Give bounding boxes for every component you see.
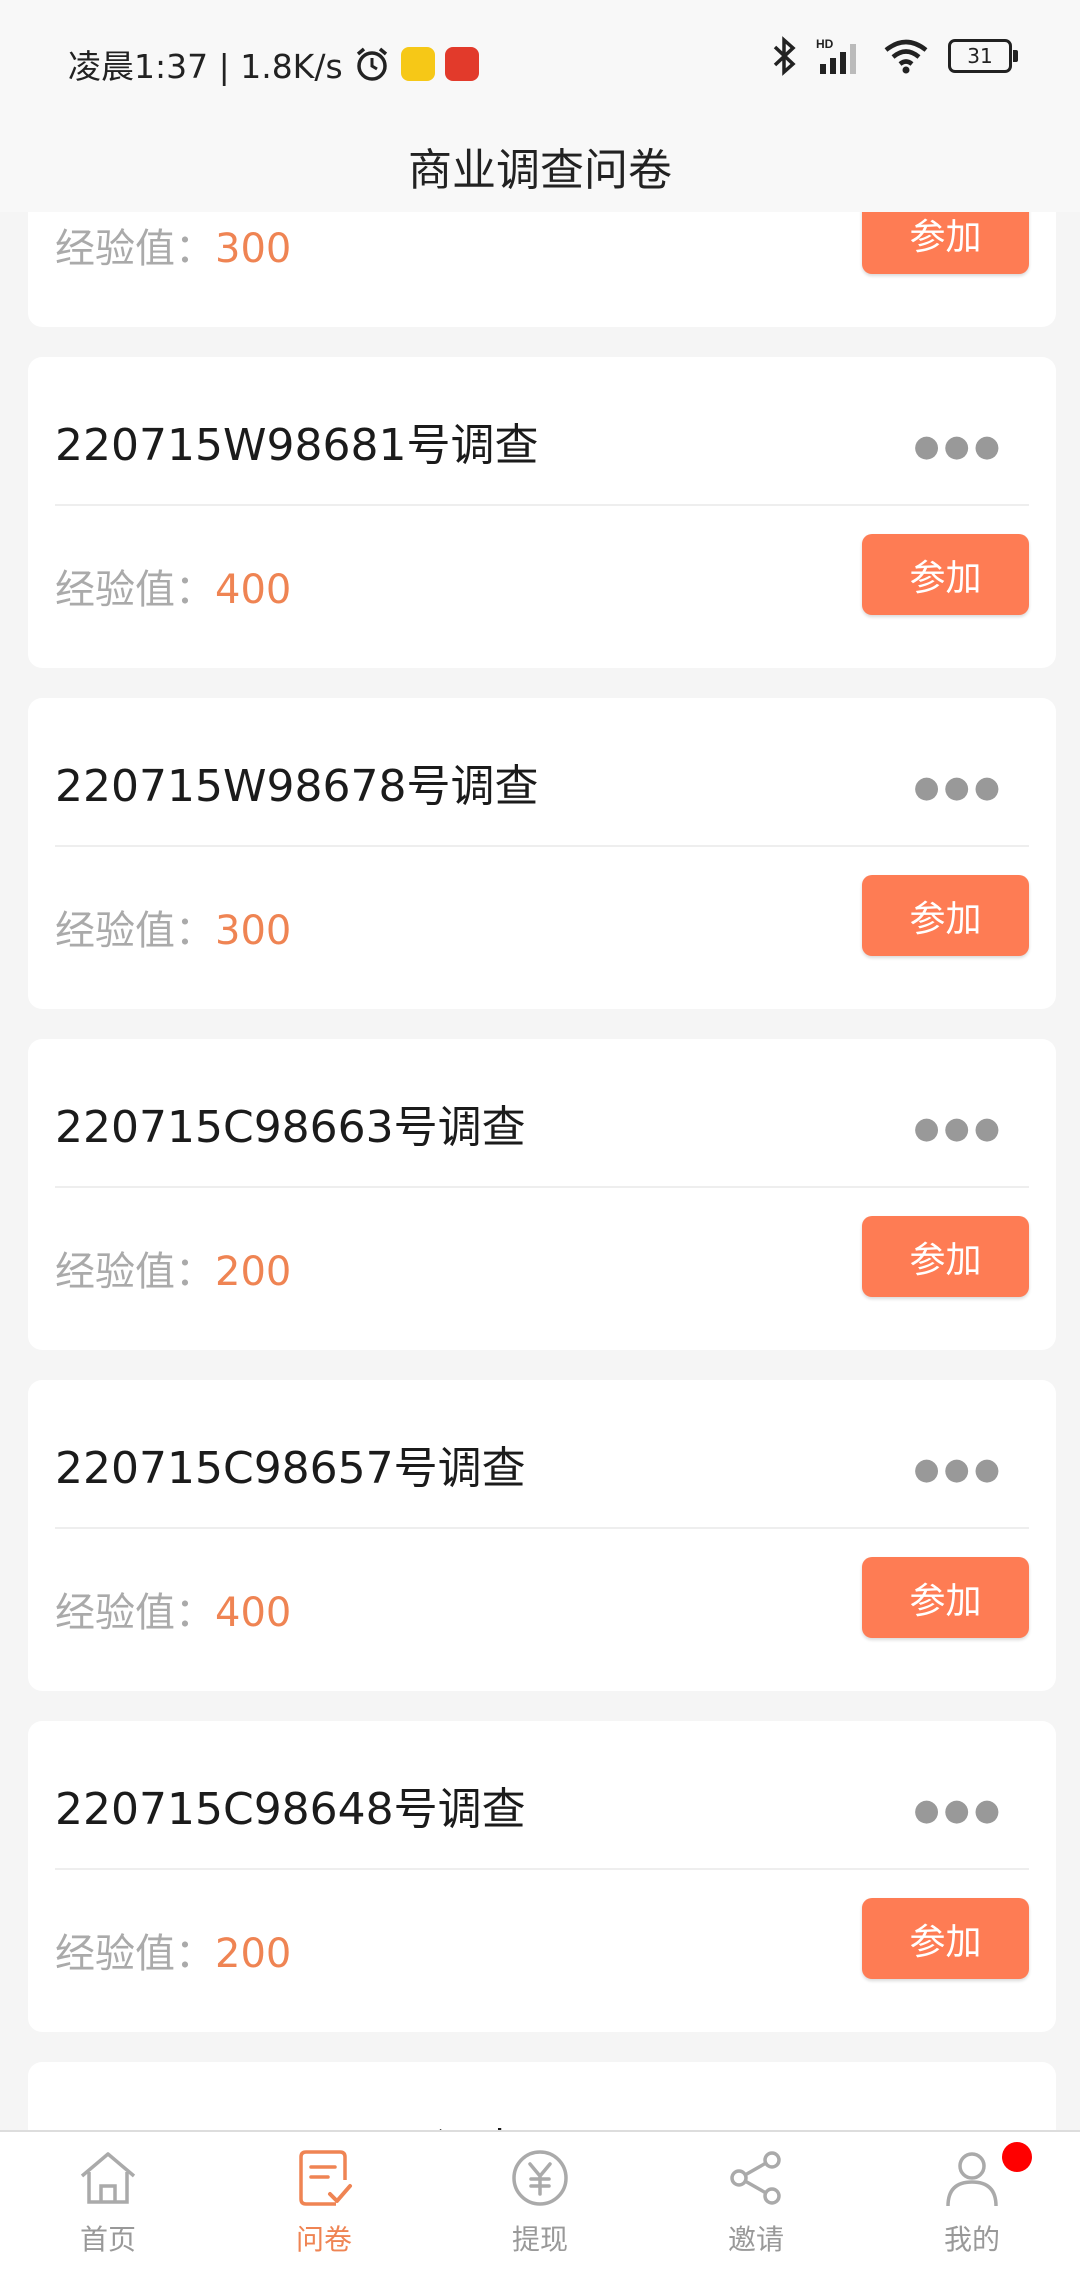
survey-card: 220715C98663号调查 ●●● 经验值：200 参加 <box>28 1039 1056 1350</box>
notification-badge <box>1002 2142 1032 2172</box>
survey-card: 220715Y98642号调查 <box>28 2062 1056 2130</box>
exp-label: 经验值： <box>55 567 215 613</box>
tab-label: 问卷 <box>295 2223 352 2256</box>
tab-label: 我的 <box>943 2223 1000 2256</box>
survey-title: 220715C98648号调查 <box>55 1784 526 1835</box>
more-icon[interactable]: ●●● <box>913 1111 1004 1146</box>
divider <box>55 1868 1029 1870</box>
svg-text:HD: HD <box>816 37 834 51</box>
exp-label: 经验值： <box>55 1590 215 1636</box>
battery-icon: 31 <box>948 39 1018 73</box>
alarm-icon <box>356 47 387 81</box>
tab-withdraw[interactable]: 提现 <box>432 2132 648 2273</box>
exp-row: 经验值：300 <box>55 898 291 956</box>
home-icon <box>80 2152 136 2204</box>
page-title: 商业调查问卷 <box>408 145 672 196</box>
survey-card: 220715W98678号调查 ●●● 经验值：300 参加 <box>28 698 1056 1009</box>
exp-value: 200 <box>215 1249 292 1295</box>
more-icon[interactable]: ●●● <box>913 1452 1004 1487</box>
survey-title: 220715W98681号调查 <box>55 420 539 471</box>
yuan-icon <box>512 2150 568 2206</box>
exp-row: 经验值：400 <box>55 557 291 615</box>
status-bar: 凌晨1:37 | 1.8K/s HD 31 <box>0 0 1080 120</box>
join-button[interactable]: 参加 <box>862 1216 1029 1297</box>
status-time-speed: 凌晨1:37 | 1.8K/s <box>68 47 343 86</box>
survey-card: 220715C98648号调查 ●●● 经验值：200 参加 <box>28 1721 1056 2032</box>
tab-home[interactable]: 首页 <box>0 2132 216 2273</box>
tab-invite[interactable]: 邀请 <box>648 2132 864 2273</box>
app-notification-icon-2 <box>444 47 479 81</box>
tab-label: 邀请 <box>727 2223 784 2256</box>
bluetooth-icon <box>773 36 796 76</box>
more-icon[interactable]: ●●● <box>913 770 1004 805</box>
survey-title: 220715C98663号调查 <box>55 1102 526 1153</box>
survey-title: 220715C98657号调查 <box>55 1443 526 1494</box>
survey-list[interactable]: 经验值：300 参加 220715W98681号调查 ●●● 经验值：400 参… <box>28 0 1056 2130</box>
exp-label: 经验值： <box>55 1249 215 1295</box>
tab-mine[interactable]: 我的 <box>864 2132 1080 2273</box>
status-left: 凌晨1:37 | 1.8K/s <box>68 40 479 88</box>
status-right: HD 31 <box>772 36 1018 76</box>
tab-survey[interactable]: 问卷 <box>216 2132 432 2273</box>
more-icon[interactable]: ●●● <box>913 1793 1004 1828</box>
exp-row: 经验值：400 <box>55 1580 291 1638</box>
exp-value: 300 <box>215 908 292 954</box>
survey-card: 220715W98681号调查 ●●● 经验值：400 参加 <box>28 357 1056 668</box>
exp-value: 300 <box>215 226 292 272</box>
survey-icon <box>299 2150 352 2206</box>
divider <box>55 504 1029 506</box>
exp-label: 经验值： <box>55 908 215 954</box>
exp-label: 经验值： <box>55 226 215 272</box>
exp-value: 200 <box>215 1931 292 1977</box>
exp-value: 400 <box>215 1590 292 1636</box>
survey-title: 220715W98678号调查 <box>55 761 539 812</box>
app-notification-icon <box>400 47 435 81</box>
more-icon[interactable]: ●●● <box>913 429 1004 464</box>
join-button[interactable]: 参加 <box>862 534 1029 615</box>
tab-label: 首页 <box>79 2223 136 2256</box>
join-button[interactable]: 参加 <box>862 1557 1029 1638</box>
join-button[interactable]: 参加 <box>862 1898 1029 1979</box>
signal-icon: HD <box>816 37 856 74</box>
tab-bar: 首页 问卷 提现 邀请 我的 <box>0 2130 1080 2273</box>
tab-label: 提现 <box>511 2223 568 2256</box>
join-button[interactable]: 参加 <box>862 875 1029 956</box>
nav-bar: 商业调查问卷 <box>0 120 1080 212</box>
exp-row: 经验值：200 <box>55 1239 291 1297</box>
survey-card: 220715C98657号调查 ●●● 经验值：400 参加 <box>28 1380 1056 1691</box>
divider <box>55 1186 1029 1188</box>
divider <box>55 1527 1029 1529</box>
exp-label: 经验值： <box>55 1931 215 1977</box>
exp-value: 400 <box>215 567 292 613</box>
survey-title: 220715Y98642号调查 <box>55 2114 522 2130</box>
share-icon <box>730 2151 781 2205</box>
exp-row: 经验值：300 <box>55 216 291 274</box>
wifi-icon <box>884 39 928 74</box>
user-icon <box>946 2152 998 2207</box>
exp-row: 经验值：200 <box>55 1921 291 1979</box>
divider <box>55 845 1029 847</box>
